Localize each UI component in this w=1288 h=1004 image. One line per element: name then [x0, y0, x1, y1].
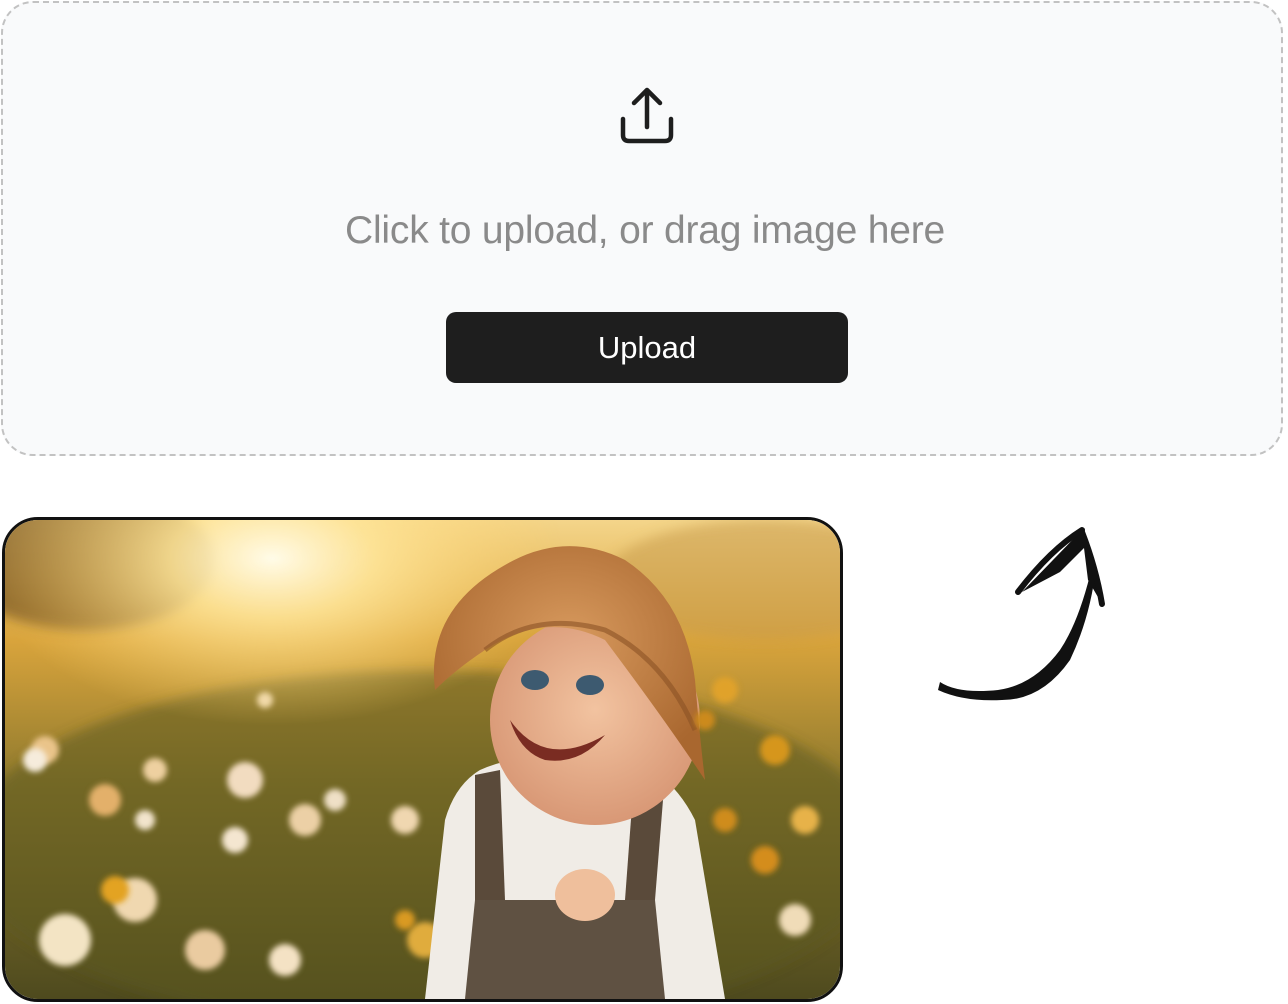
baby-photo-illustration: [5, 520, 840, 999]
upload-dropzone[interactable]: Click to upload, or drag image here Uplo…: [1, 1, 1283, 456]
upload-button[interactable]: Upload: [446, 312, 848, 383]
upload-prompt-text: Click to upload, or drag image here: [345, 209, 945, 252]
curved-arrow-icon: [938, 527, 1105, 701]
preview-image: [2, 517, 843, 1002]
upload-icon: [620, 87, 674, 144]
